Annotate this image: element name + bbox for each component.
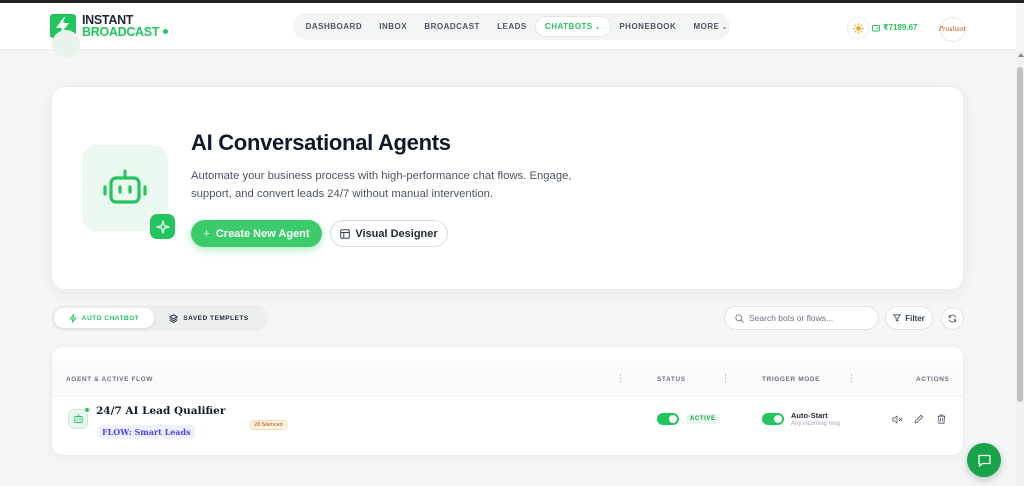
- column-menu-icon[interactable]: ⋮: [616, 374, 625, 383]
- silenced-count-badge: 28 Silenced: [250, 420, 287, 430]
- theme-toggle-button[interactable]: [847, 17, 869, 39]
- chatbot-tabs: AUTO CHATBOT SAVED TEMPLETS: [51, 305, 268, 331]
- mute-icon: [891, 415, 902, 423]
- refresh-icon: [948, 314, 957, 323]
- sparkle-badge: [148, 212, 177, 241]
- page-title: AI Conversational Agents: [191, 130, 451, 155]
- tab-saved-templets[interactable]: SAVED TEMPLETS: [154, 308, 264, 328]
- nav-leads[interactable]: LEADS: [489, 17, 536, 36]
- nav-chatbots[interactable]: CHATBOTS ⌄: [535, 16, 611, 37]
- layout-icon: [340, 228, 351, 239]
- status-toggle[interactable]: [657, 413, 679, 425]
- chevron-down-icon: ⌄: [594, 24, 602, 31]
- scrollbar-thumb[interactable]: [1017, 67, 1023, 402]
- hero-card: AI Conversational Agents Automate your b…: [51, 86, 964, 290]
- balance-amount: ₹7189.67: [883, 23, 918, 32]
- trigger-mode-title: Auto-Start: [791, 411, 828, 420]
- plus-icon: +: [203, 227, 210, 240]
- main-nav: DASHBOARD INBOX BROADCAST LEADS CHATBOTS…: [293, 13, 730, 40]
- sparkle-icon: [155, 219, 170, 234]
- mute-button[interactable]: [891, 413, 903, 425]
- header-trigger: TRIGGER MODE: [762, 376, 821, 383]
- filter-label: Filter: [905, 313, 925, 323]
- search-input[interactable]: [749, 313, 869, 323]
- create-agent-button[interactable]: + Create New Agent: [191, 220, 322, 247]
- agent-name[interactable]: 24/7 AI Lead Qualifier: [96, 405, 225, 417]
- search-icon: [735, 313, 744, 323]
- nav-phonebook[interactable]: PHONEBOOK: [611, 17, 685, 36]
- nav-chatbots-label: CHATBOTS: [544, 22, 593, 31]
- chat-bubble-icon: [977, 454, 991, 467]
- filter-button[interactable]: Filter: [885, 306, 933, 330]
- nav-more[interactable]: MORE ⌄: [685, 17, 737, 36]
- scroll-up-arrow-icon[interactable]: [1018, 53, 1024, 57]
- chevron-down-icon: ⌄: [721, 24, 728, 31]
- refresh-button[interactable]: [941, 307, 964, 330]
- tab-saved-templets-label: SAVED TEMPLETS: [183, 314, 249, 322]
- user-avatar[interactable]: Prashant: [938, 17, 967, 42]
- trigger-mode-subtitle: Any incoming msg: [791, 421, 841, 427]
- robot-icon: [103, 169, 147, 204]
- header-status: STATUS: [657, 376, 686, 383]
- table-header: AGENT & ACTIVE FLOW ⋮ STATUS ⋮ TRIGGER M…: [52, 361, 963, 397]
- brand-dot: [163, 28, 169, 34]
- chat-support-button[interactable]: [967, 443, 1001, 477]
- brand-line1: INSTANT: [82, 12, 134, 27]
- agent-flow-badge[interactable]: FLOW: Smart Leads: [98, 425, 195, 439]
- delete-button[interactable]: [935, 413, 947, 425]
- nav-inbox[interactable]: INBOX: [371, 17, 416, 36]
- sun-icon: [852, 22, 864, 34]
- layers-icon: [169, 313, 179, 323]
- status-badge: ACTIVE: [686, 414, 720, 424]
- wallet-icon: [872, 24, 880, 31]
- lightning-icon: [69, 313, 77, 323]
- filter-icon: [893, 314, 902, 322]
- search-box[interactable]: [724, 306, 879, 330]
- tab-auto-chatbot[interactable]: AUTO CHATBOT: [54, 308, 154, 328]
- robot-icon: [73, 414, 83, 423]
- page-description: Automate your business process with high…: [191, 170, 572, 200]
- online-status-dot: [84, 407, 90, 413]
- trigger-toggle[interactable]: [762, 413, 784, 425]
- visual-designer-button[interactable]: Visual Designer: [330, 220, 448, 247]
- column-menu-icon[interactable]: ⋮: [847, 374, 856, 383]
- visual-designer-label: Visual Designer: [355, 227, 438, 240]
- top-header: INSTANT BROADCAST DASHBOARD INBOX BROADC…: [0, 3, 1016, 50]
- nav-more-label: MORE: [693, 22, 720, 31]
- tab-auto-chatbot-label: AUTO CHATBOT: [81, 314, 140, 322]
- decorative-circle: [52, 30, 80, 58]
- edit-button[interactable]: [913, 413, 925, 425]
- create-agent-label: Create New Agent: [215, 227, 310, 240]
- brand-line2: BROADCAST: [82, 24, 160, 39]
- nav-broadcast[interactable]: BROADCAST: [416, 17, 489, 36]
- column-menu-icon[interactable]: ⋮: [721, 374, 730, 383]
- nav-dashboard[interactable]: DASHBOARD: [297, 17, 371, 36]
- header-agent: AGENT & ACTIVE FLOW: [66, 376, 153, 383]
- pencil-icon: [914, 414, 924, 424]
- brand-wordmark: INSTANT BROADCAST: [82, 12, 169, 39]
- header-actions: ACTIONS: [916, 376, 950, 383]
- trash-icon: [937, 414, 945, 424]
- agents-table: AGENT & ACTIVE FLOW ⋮ STATUS ⋮ TRIGGER M…: [51, 346, 964, 456]
- avatar-signature: Prashant: [938, 26, 967, 33]
- wallet-balance[interactable]: ₹7189.67: [872, 23, 917, 32]
